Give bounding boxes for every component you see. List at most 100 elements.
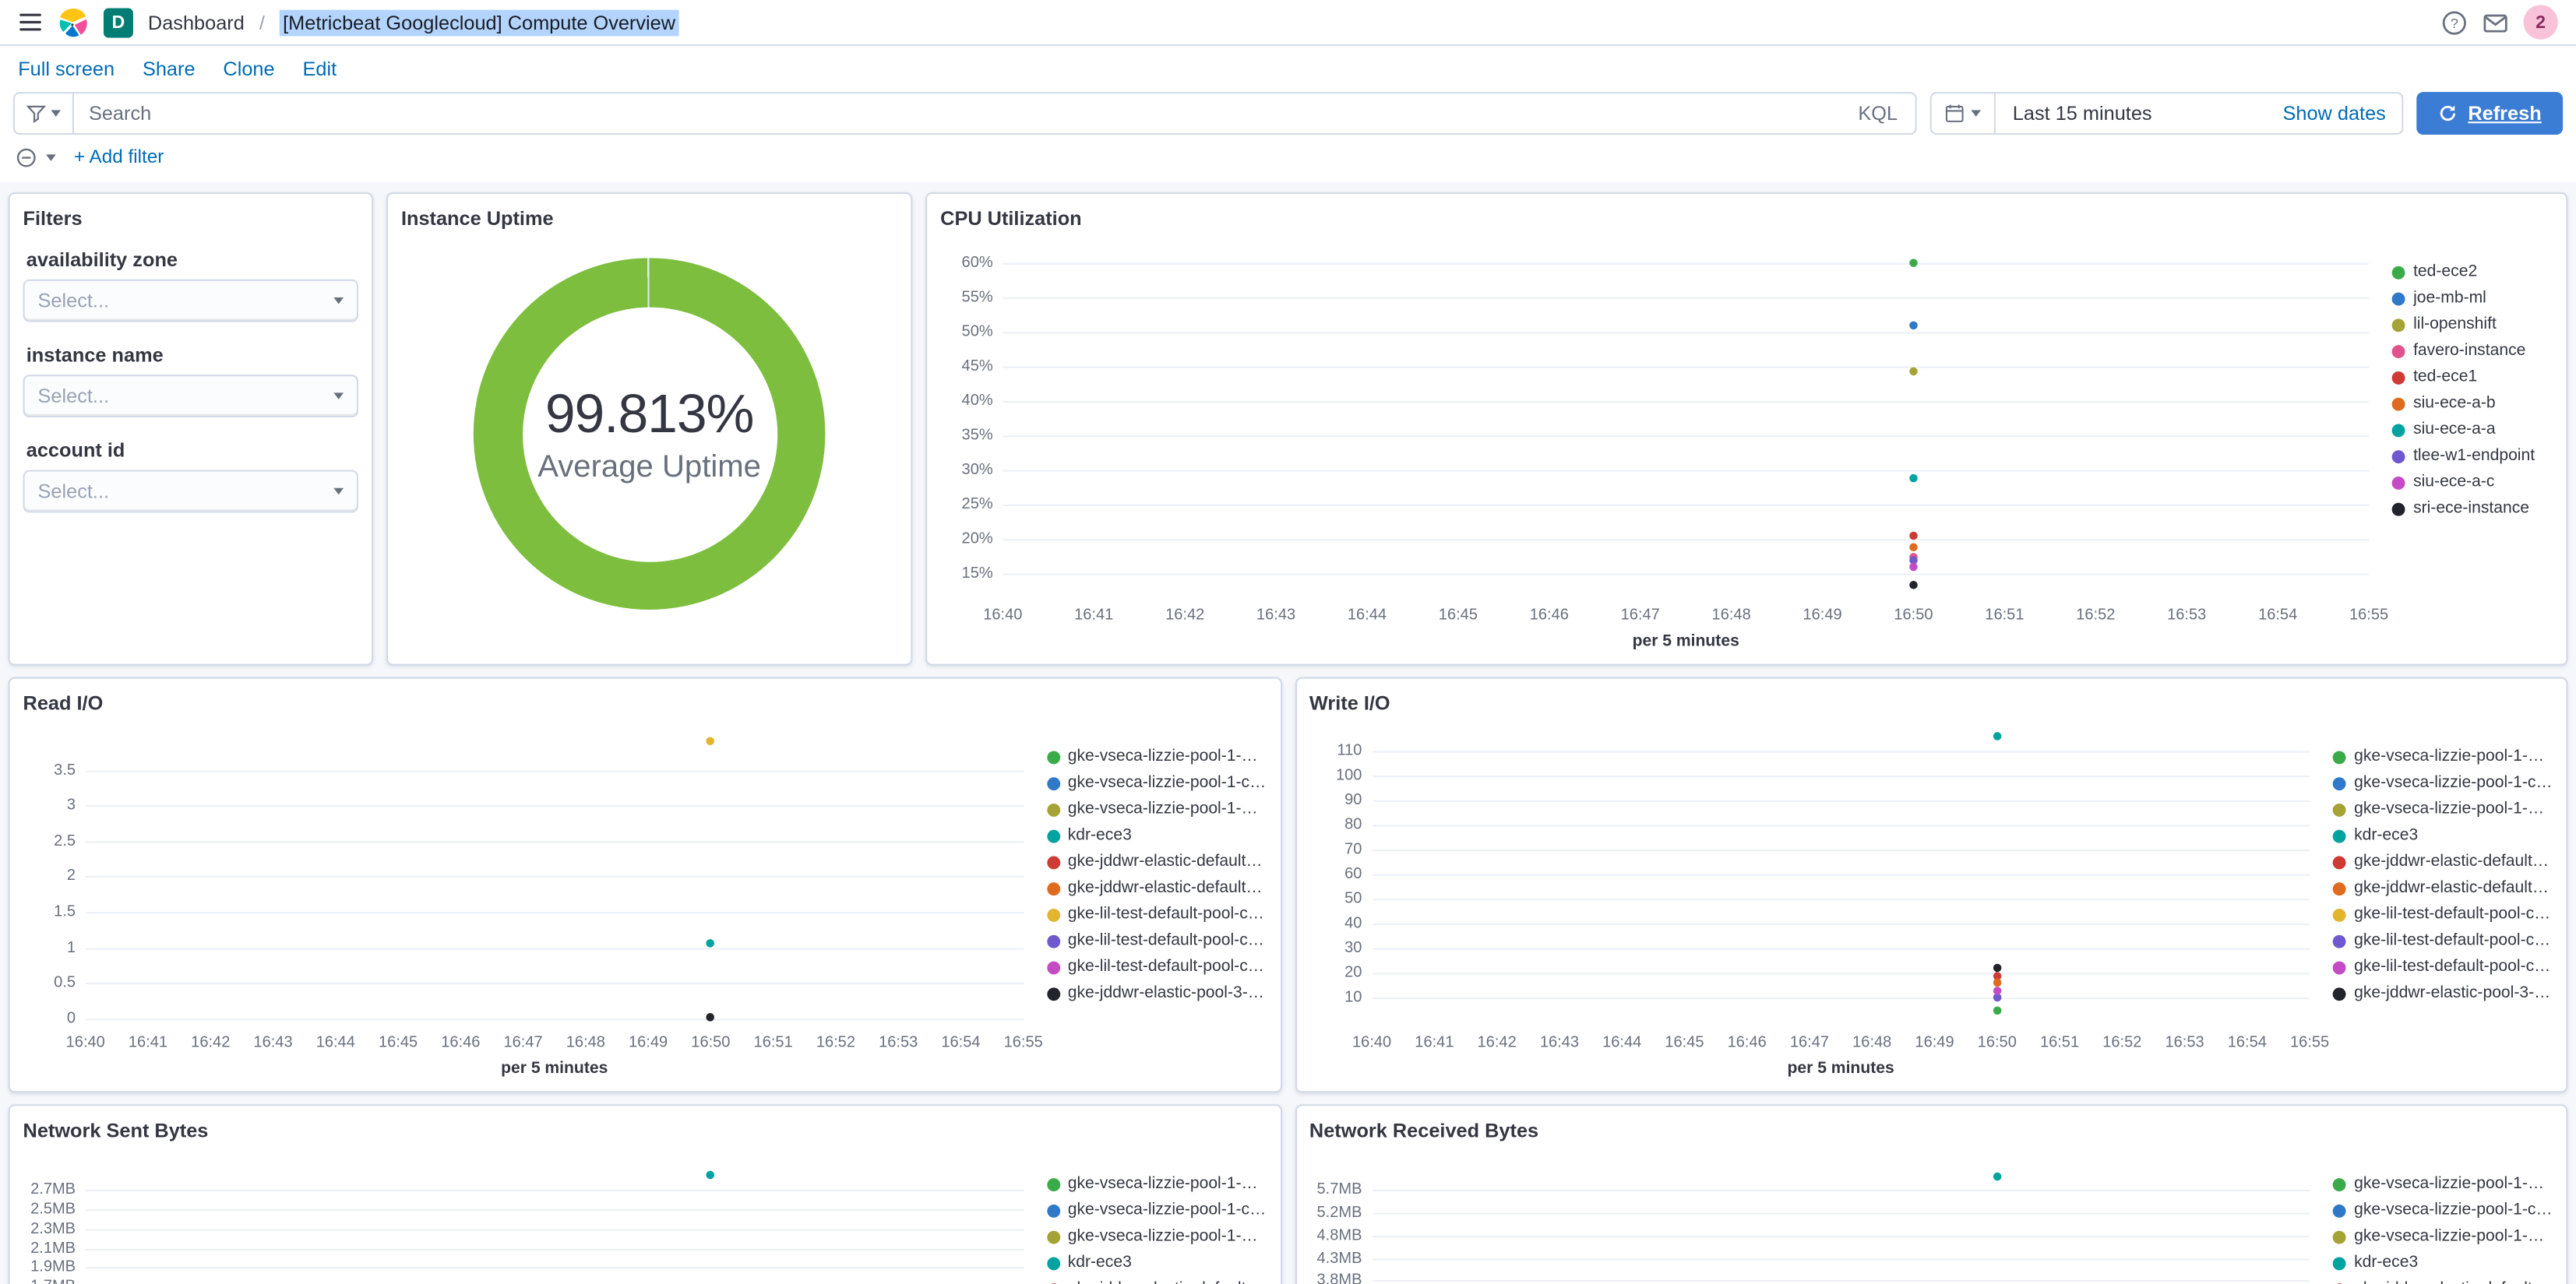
read-io-chart: 3.5 3 2.5 2 1.5 1 0.5 0 16:40 16:41 16:42 16:43 16:4…: [23, 718, 1043, 1081]
legend-item[interactable]: ted-ece1: [2391, 368, 2553, 386]
legend-item[interactable]: gke-jddwr-elastic-default-po…: [1046, 853, 1267, 871]
legend-label: gke-vseca-lizzie-pool-1-c417…: [1067, 1201, 1267, 1219]
availability-zone-select[interactable]: Select...: [23, 279, 359, 322]
legend-item[interactable]: gke-lil-test-default-pool-c1e…: [1046, 958, 1267, 976]
y-tick-label: 3.8MB: [1316, 1272, 1362, 1284]
legend-item[interactable]: gke-jddwr-elastic-default-po…: [2332, 879, 2553, 897]
calendar-button[interactable]: [1932, 93, 1996, 133]
breadcrumb-dashboard[interactable]: Dashboard: [148, 11, 245, 34]
chevron-down-icon[interactable]: [46, 154, 56, 161]
legend-item[interactable]: gke-vseca-lizzie-pool-1-630…: [2332, 800, 2553, 818]
legend-item[interactable]: gke-vseca-lizzie-pool-1-c417…: [1046, 1201, 1267, 1219]
legend-item[interactable]: gke-jddwr-elastic-default-po…: [1046, 879, 1267, 897]
newsfeed-mail-icon[interactable]: [2483, 9, 2509, 36]
legend-item[interactable]: joe-mb-ml: [2391, 289, 2553, 308]
gridline: [1003, 574, 2370, 576]
gridline: [1372, 1258, 2310, 1260]
account-id-select[interactable]: Select...: [23, 470, 359, 513]
legend-item[interactable]: sri-ece-instance: [2391, 500, 2553, 518]
data-point: [707, 737, 715, 747]
legend-item[interactable]: gke-vseca-lizzie-pool-1-c417…: [1046, 774, 1267, 792]
legend-item[interactable]: tlee-w1-endpoint: [2391, 447, 2553, 465]
legend-item[interactable]: kdr-ece3: [1046, 827, 1267, 845]
legend-item[interactable]: gke-lil-test-default-pool-c1e…: [1046, 906, 1267, 923]
legend-item[interactable]: gke-vseca-lizzie-pool-1-c417…: [2332, 773, 2553, 793]
panel-title: CPU Utilization: [940, 206, 1082, 230]
legend-item[interactable]: gke-lil-test-default-pool-c1e…: [1046, 932, 1267, 950]
legend-label: gke-vseca-lizzie-pool-1-630…: [1067, 1227, 1267, 1246]
legend-item[interactable]: gke-vseca-lizzie-pool-1-1877…: [1046, 748, 1267, 765]
help-icon[interactable]: ?: [2441, 9, 2468, 36]
legend-label: gke-vseca-lizzie-pool-1-1877…: [2354, 1174, 2553, 1194]
legend-item[interactable]: gke-vseca-lizzie-pool-1-1877…: [2332, 748, 2553, 765]
legend-item[interactable]: ted-ece2: [2391, 263, 2553, 281]
y-tick-label: 1: [66, 938, 76, 957]
y-tick-label: 0: [66, 1009, 76, 1028]
legend-item[interactable]: gke-jddwr-elastic-default-po…: [2332, 853, 2553, 871]
x-tick-label: 16:43: [1256, 606, 1296, 624]
plot-area: 2.7MB2.5MB2.3MB2.1MB1.9MB1.7MB1.5MB16:40…: [30, 1159, 1024, 1284]
edit-link[interactable]: Edit: [302, 58, 337, 81]
gridline: [1003, 505, 2370, 507]
y-tick-label: 2.5MB: [30, 1200, 76, 1219]
filter-options-icon[interactable]: [15, 146, 38, 170]
legend-item[interactable]: siu-ece-a-c: [2391, 473, 2553, 491]
space-badge[interactable]: D: [103, 7, 133, 37]
gridline: [85, 1228, 1024, 1230]
user-avatar[interactable]: 2: [2523, 5, 2558, 40]
legend-color-dot: [1046, 960, 1060, 974]
legend-item[interactable]: gke-lil-test-default-pool-c1e…: [2332, 906, 2553, 923]
gridline: [1003, 436, 2370, 438]
legend-item[interactable]: gke-vseca-lizzie-pool-1-630…: [2332, 1227, 2553, 1246]
legend-item[interactable]: gke-vseca-lizzie-pool-1-1877…: [2332, 1174, 2553, 1194]
legend-item[interactable]: kdr-ece3: [2332, 1254, 2553, 1272]
clone-link[interactable]: Clone: [223, 58, 274, 81]
show-dates-link[interactable]: Show dates: [2266, 102, 2402, 125]
legend-item[interactable]: siu-ece-a-a: [2391, 420, 2553, 438]
legend-item[interactable]: gke-vseca-lizzie-pool-1-1877…: [1046, 1175, 1267, 1193]
add-filter-button[interactable]: + Add filter: [74, 148, 164, 167]
legend-item[interactable]: kdr-ece3: [2332, 827, 2553, 845]
elastic-logo[interactable]: [58, 6, 89, 37]
legend-item[interactable]: siu-ece-a-b: [2391, 394, 2553, 413]
panel-network-sent-bytes: Network Sent Bytes 2.7MB 2.5MB 2.3MB 2.1MB 1…: [8, 1104, 1282, 1284]
legend-item[interactable]: gke-vseca-lizzie-pool-1-630…: [1046, 800, 1267, 818]
legend-item[interactable]: favero-instance: [2391, 342, 2553, 360]
legend-item[interactable]: gke-lil-test-default-pool-c1e…: [2332, 958, 2553, 976]
full-screen-link[interactable]: Full screen: [18, 58, 115, 81]
y-tick-label: 45%: [961, 357, 993, 377]
y-tick-label: 90: [1344, 791, 1362, 810]
search-input[interactable]: [73, 101, 1841, 125]
chart-legend: ted-ece2 joe-mb-ml lil-openshift favero-ins…: [2385, 234, 2553, 654]
legend-item[interactable]: gke-jddwr-elastic-pool-3-74…: [2332, 984, 2553, 1002]
hamburger-menu-icon[interactable]: [18, 10, 43, 35]
instance-name-select[interactable]: Select...: [23, 375, 359, 418]
date-picker: Last 15 minutes Show dates: [1930, 92, 2405, 135]
legend-label: gke-vseca-lizzie-pool-1-630…: [2354, 800, 2553, 818]
legend-item[interactable]: kdr-ece3: [1046, 1254, 1267, 1272]
x-tick-label: 16:43: [1539, 1033, 1580, 1052]
select-placeholder: Select...: [37, 289, 110, 312]
gridline: [1003, 367, 2370, 369]
y-tick-label: 100: [1335, 766, 1362, 785]
legend-item[interactable]: gke-jddwr-elastic-pool-3-74…: [1046, 984, 1267, 1002]
refresh-button[interactable]: Refresh: [2416, 92, 2564, 135]
saved-query-button[interactable]: [15, 93, 74, 133]
plot-area: 3.5 3 2.5 2 1.5 1 0.5 0 16:40 16:41 16:42 16:43 16:4…: [54, 731, 1043, 1052]
legend-item[interactable]: gke-vseca-lizzie-pool-1-c417…: [2332, 1201, 2553, 1219]
plot-area: 110 100 90 80 70 60 50 40 30 20 10 16:40 16:41 16:42 1…: [1336, 731, 2329, 1052]
legend-item[interactable]: gke-jddwr-elastic-default-po…: [1046, 1280, 1267, 1284]
legend-label: gke-vseca-lizzie-pool-1-c417…: [2354, 773, 2553, 793]
legend-item[interactable]: gke-lil-test-default-pool-c1e…: [2332, 932, 2553, 950]
share-link[interactable]: Share: [143, 58, 196, 81]
legend-item[interactable]: gke-vseca-lizzie-pool-1-630…: [1046, 1227, 1267, 1246]
x-tick-label: 16:53: [2165, 1033, 2204, 1052]
time-range-value[interactable]: Last 15 minutes: [1996, 102, 2267, 125]
legend-item[interactable]: gke-jddwr-elastic-default-po…: [2332, 1280, 2553, 1284]
chart-wrap: 5.7MB5.2MB4.8MB4.3MB3.8MB3.3MB16:4016:41…: [1309, 1145, 2553, 1284]
data-point: [707, 939, 715, 948]
legend-item[interactable]: lil-openshift: [2391, 315, 2553, 333]
query-language-button[interactable]: KQL: [1840, 102, 1915, 125]
x-tick-label: 16:42: [191, 1033, 231, 1052]
y-tick-label: 4.8MB: [1316, 1226, 1362, 1245]
